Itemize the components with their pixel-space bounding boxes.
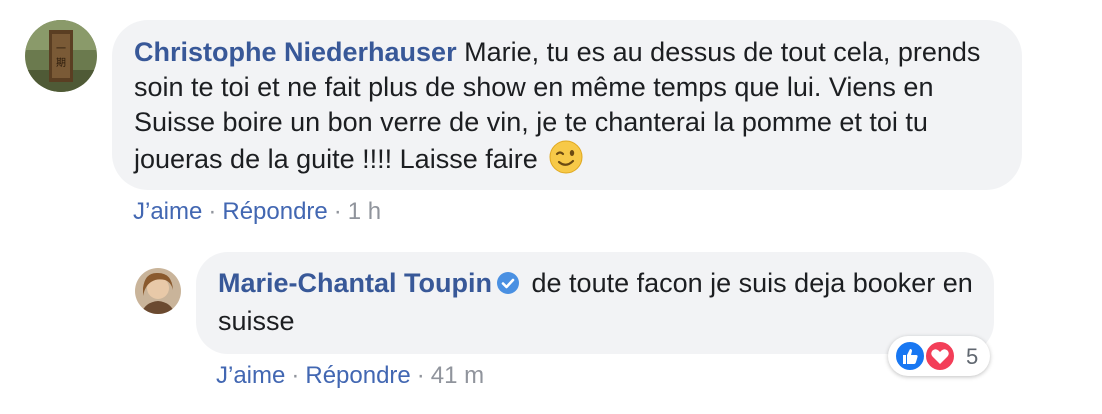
separator: · xyxy=(208,198,217,225)
like-reaction-icon xyxy=(894,340,926,377)
svg-text:期: 期 xyxy=(56,57,66,69)
commenter-avatar[interactable]: 一 期 xyxy=(25,20,97,92)
separator: · xyxy=(333,198,342,225)
comment-actions: J’aime · Répondre · 1 h xyxy=(133,198,381,226)
reactions-summary[interactable]: 5 xyxy=(888,336,990,376)
comment-bubble: Christophe Niederhauser Marie, tu es au … xyxy=(112,20,1022,190)
svg-text:一: 一 xyxy=(56,44,66,55)
reply-content: Marie-Chantal Toupin de toute facon je s… xyxy=(218,266,978,339)
reaction-count: 5 xyxy=(966,344,979,369)
love-reaction-icon xyxy=(924,340,956,377)
comment-timestamp[interactable]: 1 h xyxy=(348,198,381,225)
reply-author-link[interactable]: Marie-Chantal Toupin xyxy=(218,268,492,298)
comment-author-link[interactable]: Christophe Niederhauser xyxy=(134,37,457,67)
reply-link[interactable]: Répondre xyxy=(222,198,327,225)
verified-badge-icon xyxy=(496,269,520,304)
separator: · xyxy=(416,362,425,389)
winking-face-icon xyxy=(549,140,583,183)
comment-content: Christophe Niederhauser Marie, tu es au … xyxy=(134,35,1014,183)
reply-link[interactable]: Répondre xyxy=(305,362,410,389)
reply-avatar[interactable] xyxy=(135,268,181,314)
separator: · xyxy=(291,362,300,389)
reply-timestamp[interactable]: 41 m xyxy=(431,362,484,389)
reply-bubble: Marie-Chantal Toupin de toute facon je s… xyxy=(196,252,994,354)
like-link[interactable]: J’aime xyxy=(216,362,285,389)
reply-actions: J’aime · Répondre · 41 m xyxy=(216,362,484,390)
like-link[interactable]: J’aime xyxy=(133,198,202,225)
